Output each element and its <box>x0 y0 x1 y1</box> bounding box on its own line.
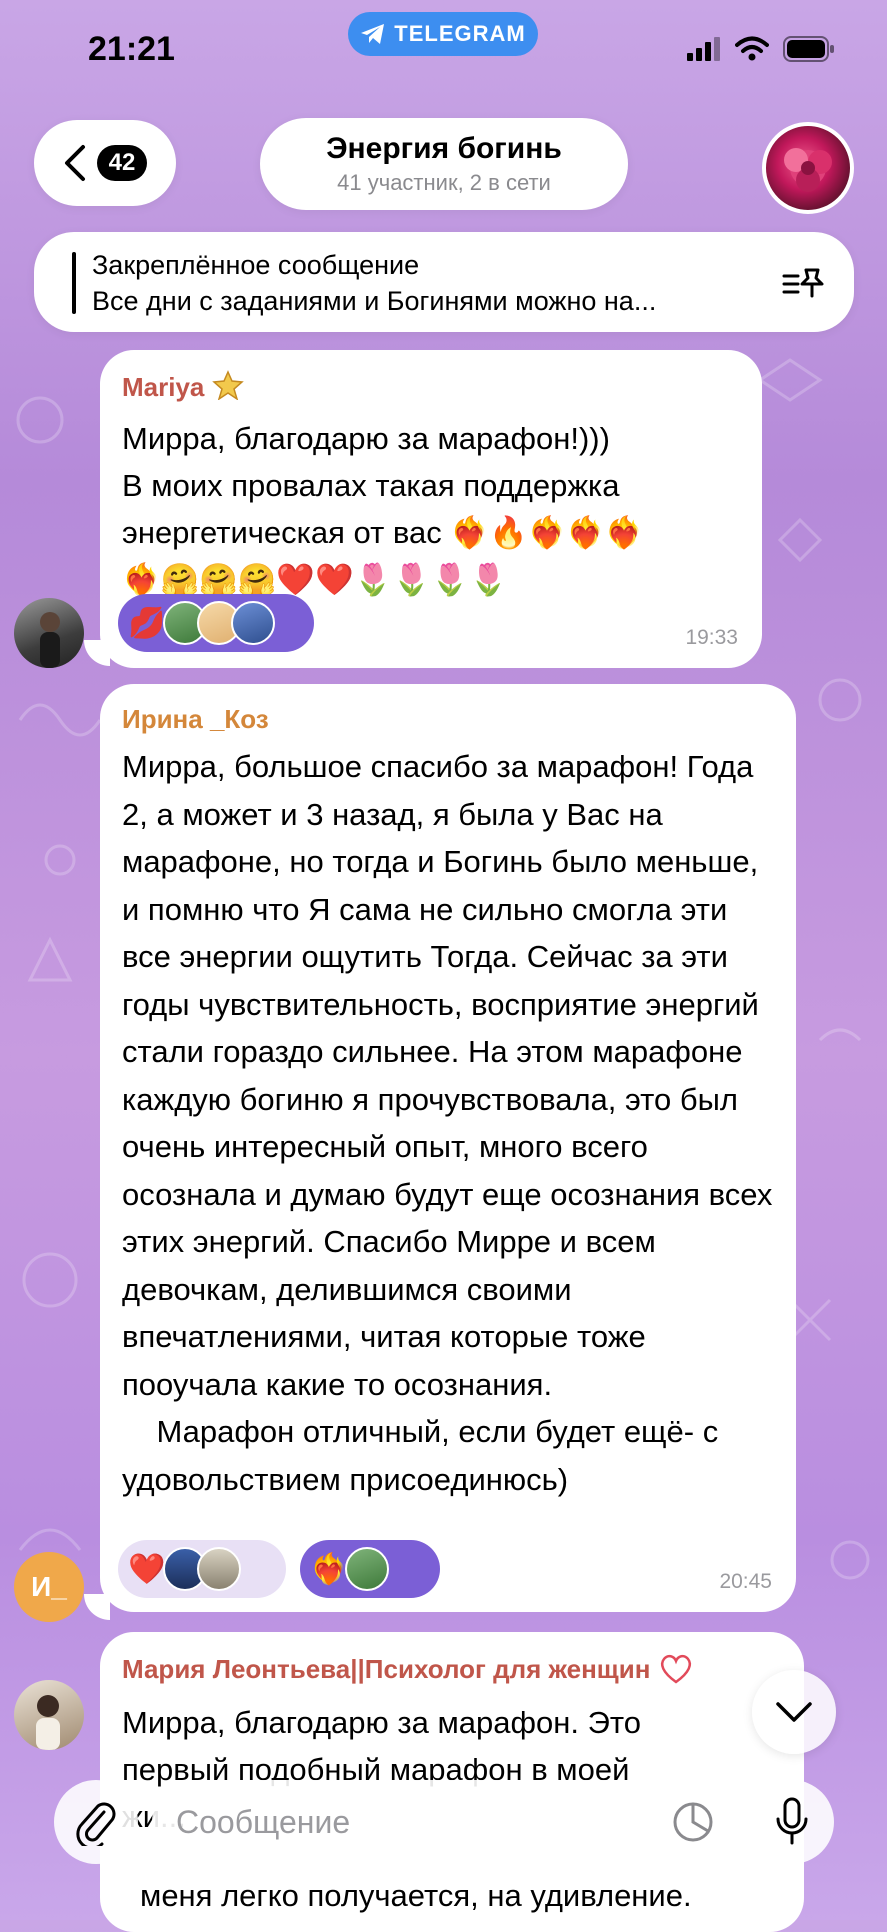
status-time: 21:21 <box>88 30 175 68</box>
star-badge-icon <box>211 370 244 407</box>
reaction-heart[interactable]: ❤️ <box>118 1540 286 1598</box>
signal-icon <box>687 37 720 61</box>
reactor-avatar <box>231 601 276 645</box>
message-text: Мирра, благодарю за марафон!))) В моих п… <box>122 421 644 597</box>
sticker-icon[interactable] <box>672 1801 714 1843</box>
message-sender[interactable]: Mariya <box>122 370 740 407</box>
message-sender[interactable]: Мария Леонтьева||Психолог для женщин <box>122 1652 782 1691</box>
pin-list-icon[interactable] <box>782 262 826 302</box>
pinned-message[interactable]: Закреплённое сообщение Все дни с задания… <box>34 232 854 332</box>
avatar-initials: И_ <box>31 1571 67 1602</box>
reactor-avatar <box>197 1547 242 1591</box>
telegram-pill-label: TELEGRAM <box>394 21 526 46</box>
avatar-photo <box>36 1695 60 1750</box>
avatar-photo <box>40 612 60 668</box>
message-input-placeholder: Сообщение <box>176 1803 351 1840</box>
message-bubble[interactable]: Ирина _Коз Мирра, большое спасибо за мар… <box>100 684 796 1612</box>
chevron-left-icon <box>64 145 85 181</box>
telegram-pill[interactable]: TELEGRAM <box>348 12 538 56</box>
message-sender[interactable]: Ирина _Коз <box>122 704 774 735</box>
voice-message-button[interactable] <box>750 1780 834 1864</box>
attach-button[interactable] <box>54 1780 138 1864</box>
telegram-icon <box>361 24 385 44</box>
microphone-icon <box>776 1797 808 1845</box>
pinned-title: Закреплённое сообщение <box>92 250 420 280</box>
sender-avatar-maria[interactable] <box>14 1680 84 1750</box>
sender-avatar-irina[interactable]: И_ <box>14 1552 84 1622</box>
wifi-icon <box>735 36 769 61</box>
pinned-indicator <box>72 252 76 314</box>
message-time: 19:33 <box>685 626 738 649</box>
heart-outline-icon <box>658 1652 694 1691</box>
back-button[interactable]: 42 <box>34 120 176 206</box>
heart-fire-emoji: ❤️‍🔥 <box>310 1552 348 1586</box>
unread-count-badge: 42 <box>96 145 148 181</box>
pinned-text: Все дни с заданиями и Богинями можно на.… <box>92 286 657 316</box>
status-bar: 21:21 TELEGRAM <box>0 0 887 100</box>
group-avatar[interactable] <box>762 122 854 214</box>
chat-title[interactable]: Энергия богинь 41 участник, 2 в сети <box>260 118 628 210</box>
system-icons <box>687 36 835 62</box>
sender-avatar-mariya[interactable] <box>14 598 84 668</box>
heart-emoji: ❤️ <box>128 1552 166 1586</box>
message-text-bottom: меня легко получается, на удивление. <box>140 1878 692 1913</box>
message-time: 20:45 <box>719 1570 772 1593</box>
paperclip-icon <box>76 1802 116 1846</box>
message-bubble[interactable]: Mariya Мирра, благодарю за марафон!))) В… <box>100 350 762 668</box>
message-input[interactable]: Сообщение <box>152 1780 738 1864</box>
chevron-down-icon <box>776 1702 812 1722</box>
reactor-avatar <box>345 1547 390 1591</box>
chat-subtitle: 41 участник, 2 в сети <box>337 170 551 195</box>
scroll-to-bottom-button[interactable] <box>752 1670 836 1754</box>
flower-image <box>784 148 832 192</box>
message-text: Мирра, большое спасибо за марафон! Года … <box>122 749 773 1497</box>
reaction-kiss[interactable]: 💋 <box>118 594 314 652</box>
kiss-emoji: 💋 <box>128 606 166 640</box>
reaction-heart-fire[interactable]: ❤️‍🔥 <box>300 1540 440 1598</box>
battery-icon <box>783 36 834 62</box>
chat-title-text: Энергия богинь <box>326 132 562 165</box>
